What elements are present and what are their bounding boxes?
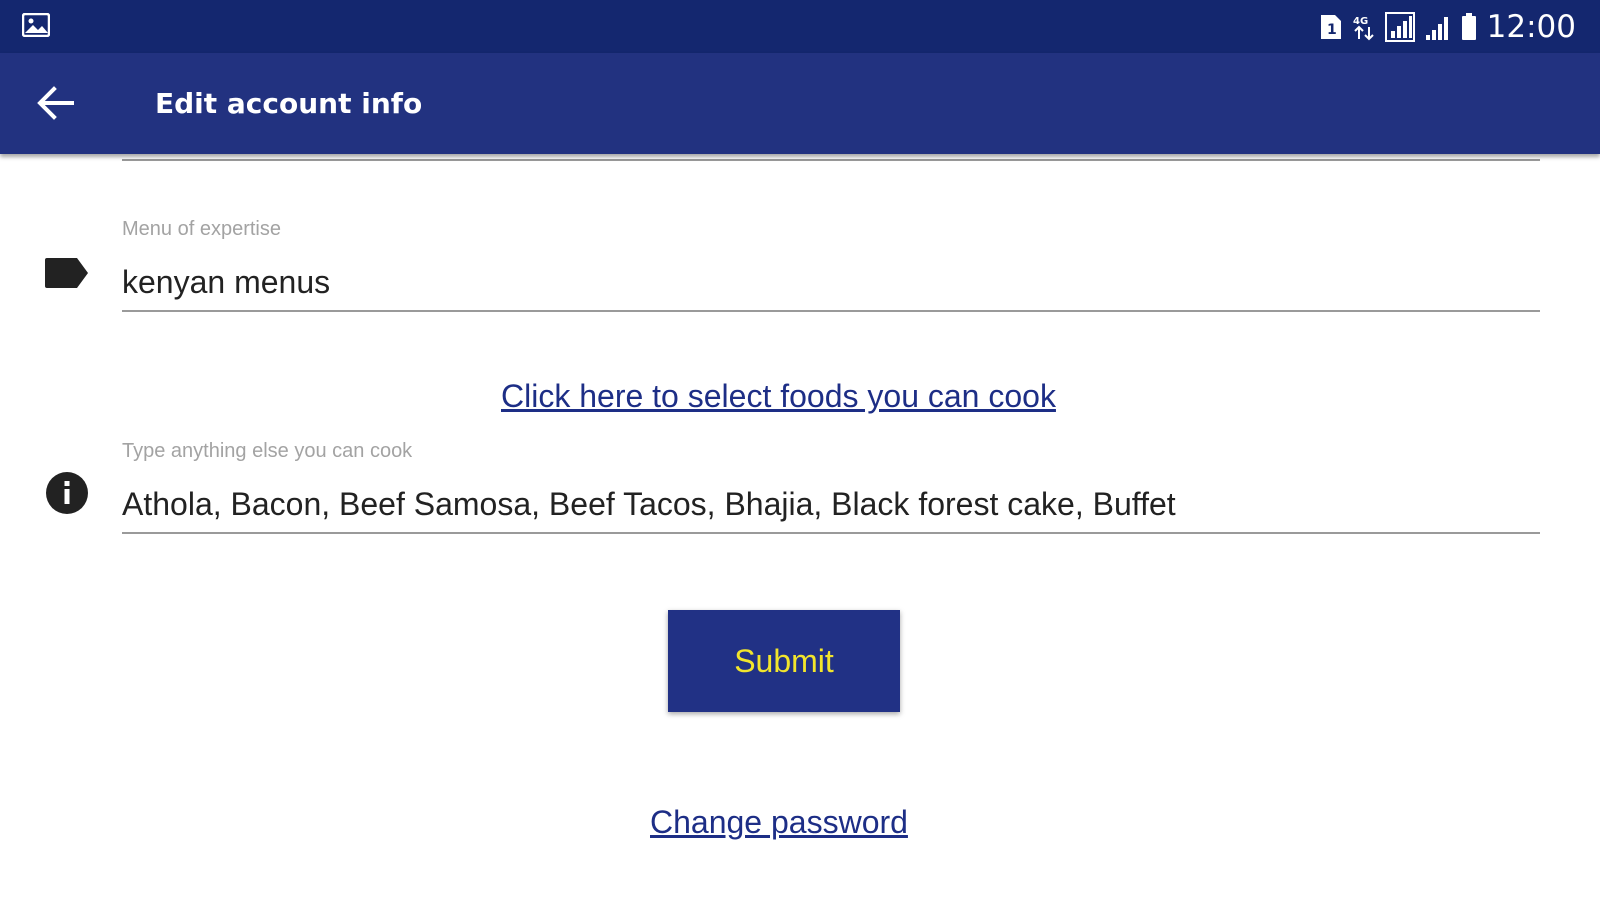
svg-text:4G: 4G (1353, 16, 1368, 27)
app-bar: Edit account info (0, 53, 1600, 154)
signal-weak-icon (1425, 16, 1448, 40)
edit-account-form: Menu of expertise kenyan menus Click her… (0, 154, 1600, 900)
previous-field-underline (122, 159, 1540, 161)
status-icons: 1 4G 12:00 (1319, 0, 1576, 53)
menu-expertise-input[interactable]: kenyan menus (122, 264, 330, 301)
info-icon (46, 472, 88, 514)
select-foods-link[interactable]: Click here to select foods you can cook (501, 378, 1056, 415)
data-arrows-icon: 4G (1353, 16, 1374, 40)
svg-text:1: 1 (1327, 22, 1337, 38)
sim-card-icon: 1 (1320, 14, 1341, 39)
other-foods-underline (122, 532, 1540, 534)
status-bar: 1 4G 12:00 (0, 0, 1600, 53)
signal-icon (1384, 11, 1415, 42)
menu-expertise-label: Menu of expertise (122, 218, 281, 240)
back-button[interactable] (28, 77, 84, 129)
other-foods-field[interactable]: Type anything else you can cook Athola, … (122, 436, 1540, 536)
status-time: 12:00 (1486, 8, 1576, 45)
submit-button[interactable]: Submit (668, 610, 900, 712)
gallery-notification-icon (22, 13, 50, 37)
menu-expertise-underline (122, 310, 1540, 312)
arrow-left-icon (37, 86, 74, 120)
label-tag-icon (45, 258, 88, 288)
menu-expertise-field[interactable]: Menu of expertise kenyan menus (122, 214, 1540, 314)
battery-icon (1461, 12, 1476, 40)
page-title: Edit account info (155, 87, 423, 120)
other-foods-label: Type anything else you can cook (122, 440, 413, 462)
change-password-link[interactable]: Change password (650, 804, 908, 841)
other-foods-input[interactable]: Athola, Bacon, Beef Samosa, Beef Tacos, … (122, 486, 1176, 523)
